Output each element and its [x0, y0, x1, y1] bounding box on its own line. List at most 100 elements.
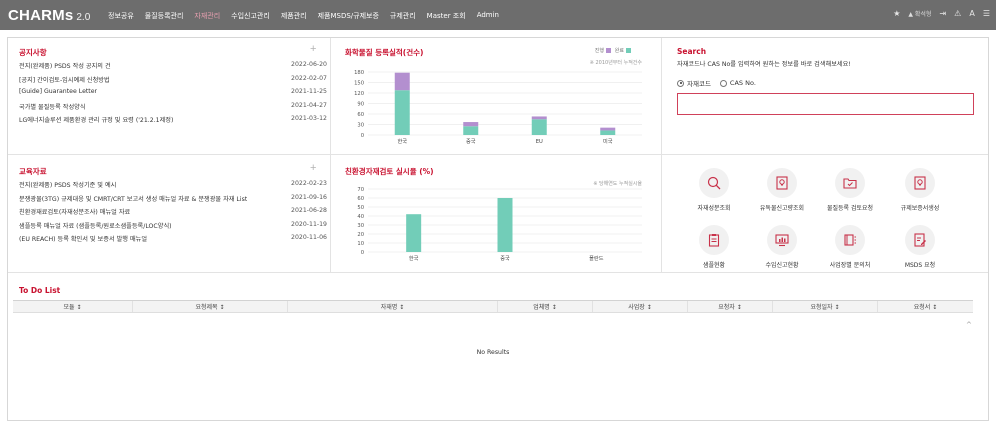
todo-title: To Do List [19, 286, 61, 295]
y-tick-label: 150 [354, 80, 364, 86]
y-tick-label: 40 [357, 214, 364, 220]
legend-label-progress: 진행 [595, 47, 605, 54]
nav-item[interactable]: 제품관리 [281, 11, 307, 21]
x-tick-label: EU [536, 139, 543, 145]
bulb-document-icon [905, 168, 935, 198]
app-logo[interactable]: CHARMs 2.0 [8, 7, 90, 24]
hamburger-menu-icon[interactable]: ☰ [983, 9, 990, 18]
chart1-note: ※ 2010년부터 누적건수 [590, 59, 643, 66]
empty-state-text: No Results [476, 349, 510, 356]
registration-bar-chart: 진행 완료 ※ 2010년부터 누적건수 0 30 60 90 120 150 180 한국 중… [354, 47, 643, 145]
notice-more-button[interactable]: + [310, 43, 316, 55]
user-name[interactable]: ▲ 확석형 [908, 9, 931, 18]
nav-item[interactable]: 제품MSDS/규제보증 [318, 11, 379, 21]
y-tick-label: 70 [357, 187, 364, 193]
bar-chart-monitor-icon [767, 225, 797, 255]
star-icon[interactable]: ★ [893, 9, 900, 18]
logout-icon[interactable]: ⇥ [939, 9, 946, 18]
column-header-material-name[interactable]: 자재명 ↕ [288, 301, 498, 312]
top-navigation-bar: CHARMs 2.0 정보공유 물질등록관리 자재관리 수입신고관리 제품관리 제품MSDS… [0, 0, 996, 30]
y-tick-label: 0 [361, 133, 364, 139]
divider [661, 38, 662, 272]
scroll-up-arrow[interactable]: ^ [966, 321, 972, 329]
column-header-request-form[interactable]: 요청서 ↕ [878, 301, 973, 312]
radio-material-code[interactable]: 자재코드 [677, 78, 711, 88]
search-description: 자재코드나 CAS No를 입력하여 원하는 정보를 바로 검색해보세요! [677, 61, 851, 68]
clipboard-list-icon [699, 225, 729, 255]
radio-dot[interactable] [719, 79, 727, 87]
y-tick-label: 90 [357, 101, 364, 107]
x-tick-label: 한국 [397, 138, 407, 145]
quick-menu-toxic-report[interactable]: 유독물신고량조회 [747, 168, 817, 212]
font-size-icon[interactable]: A [969, 9, 974, 18]
bar [463, 122, 479, 127]
folder-check-icon [835, 168, 865, 198]
search-type-radios: 자재코드 CAS No. [677, 78, 756, 88]
list-item[interactable]: (EU REACH) 등록 확인서 및 보증서 발행 매뉴얼 2020-11-06 [19, 234, 327, 248]
x-tick-label: 한국 [409, 255, 419, 262]
x-tick-label: 미국 [603, 137, 613, 145]
notice-title: 공지사항 [19, 48, 47, 57]
nav-item[interactable]: 자재관리 [194, 11, 220, 21]
y-tick-label: 30 [357, 223, 364, 229]
nav-item[interactable]: Admin [477, 11, 499, 21]
list-item[interactable]: 친환경재료검토(자재성분조사) 매뉴얼 자료 2021-06-28 [19, 207, 327, 221]
radio-dot[interactable] [677, 79, 684, 87]
x-tick-label: 폴란드 [589, 255, 604, 262]
eco-review-bar-chart: ※ 당해연도 누적실시율 0 10 20 30 40 50 60 70 한국 중국 폴란드 [357, 180, 642, 262]
quick-menu-msds-request[interactable]: MSDS 요청 [885, 225, 955, 269]
list-item[interactable]: [Guide] Guarantee Letter 2021-11-25 [19, 88, 327, 102]
divider [8, 272, 988, 273]
todo-table-header: 모듈 ↕ 요청제목 ↕ 자재명 ↕ 업체명 ↕ 사업장 ↕ 요청자 ↕ 요청일자… [13, 300, 973, 313]
quick-menu-sample-status[interactable]: 샘플현황 [679, 225, 749, 269]
quick-menu-guarantee-letter[interactable]: 규제보증서생성 [885, 168, 955, 212]
search-input[interactable] [677, 93, 974, 115]
x-tick-label: 중국 [500, 255, 510, 262]
book-icon [835, 225, 865, 255]
app-name: CHARMs [8, 7, 74, 24]
bar [394, 90, 410, 135]
app-version: 2.0 [76, 12, 91, 23]
bar [600, 127, 616, 131]
top-right-utilities: ★ ▲ 확석형 ⇥ ⚠ A ☰ [893, 9, 990, 18]
column-header-request-title[interactable]: 요청제목 ↕ [133, 301, 288, 312]
nav-item[interactable]: 규제관리 [390, 11, 416, 21]
quick-menu-registration-review[interactable]: 물질등록 검토요청 [815, 168, 885, 212]
column-header-vendor[interactable]: 업체명 ↕ [498, 301, 593, 312]
education-list: 전지(완제품) PSDS 작성기준 및 예시 2022-02-23 분쟁광물(3T… [19, 180, 327, 248]
list-item[interactable]: 전지(완제품) PSDS 작성기준 및 예시 2022-02-23 [19, 180, 327, 194]
quick-menu-import-status[interactable]: 수입신고현황 [747, 225, 817, 269]
column-header-request-date[interactable]: 요청일자 ↕ [773, 301, 878, 312]
document-edit-icon [905, 225, 935, 255]
nav-item[interactable]: 수입신고관리 [231, 11, 270, 21]
list-item[interactable]: 국가별 물질등록 작성양식 2021-04-27 [19, 102, 327, 116]
x-tick-label: 중국 [466, 138, 476, 145]
y-tick-label: 20 [357, 232, 364, 238]
list-item[interactable]: [공지] 간이검토-임시예제 신청방법 2022-02-07 [19, 75, 327, 89]
column-header-requester[interactable]: 요청자 ↕ [688, 301, 773, 312]
y-tick-label: 10 [357, 241, 364, 247]
nav-item[interactable]: 물질등록관리 [145, 11, 184, 21]
y-tick-label: 0 [361, 250, 364, 256]
y-tick-label: 60 [357, 112, 364, 118]
education-more-button[interactable]: + [310, 162, 316, 174]
column-header-site[interactable]: 사업장 ↕ [593, 301, 688, 312]
list-item[interactable]: 샘플등록 매뉴얼 자료 (샘플등록/원료소샘플등록/LOC양식) 2020-11-… [19, 221, 327, 235]
column-header-module[interactable]: 모듈 ↕ [13, 301, 133, 312]
nav-item[interactable]: 정보공유 [108, 11, 134, 21]
y-tick-label: 30 [357, 122, 364, 128]
nav-item[interactable]: Master 조회 [427, 11, 466, 21]
chart2-note: ※ 당해연도 누적실시율 [593, 180, 642, 187]
bar [531, 116, 547, 120]
quick-menu-site-contacts[interactable]: 사업장별 문의처 [815, 225, 885, 269]
bar [497, 198, 513, 252]
sitemap-icon[interactable]: ⚠ [954, 9, 961, 18]
quick-menu-material-composition[interactable]: 자재성분조회 [679, 168, 749, 212]
list-item[interactable]: 전지(완제품) PSDS 작성 공지의 건 2022-06-20 [19, 61, 327, 75]
divider [8, 154, 988, 155]
list-item[interactable]: LG에너지솔루션 제품환경 관리 규정 및 요령 ('21.2.1제정) 2021… [19, 115, 327, 129]
bar [406, 214, 422, 252]
radio-cas-no[interactable]: CAS No. [719, 79, 756, 87]
list-item[interactable]: 분쟁광물(3TG) 규제대응 및 CMRT/CRT 보고서 생성 매뉴얼 자료 … [19, 194, 327, 208]
legend-swatch-done [626, 48, 631, 53]
